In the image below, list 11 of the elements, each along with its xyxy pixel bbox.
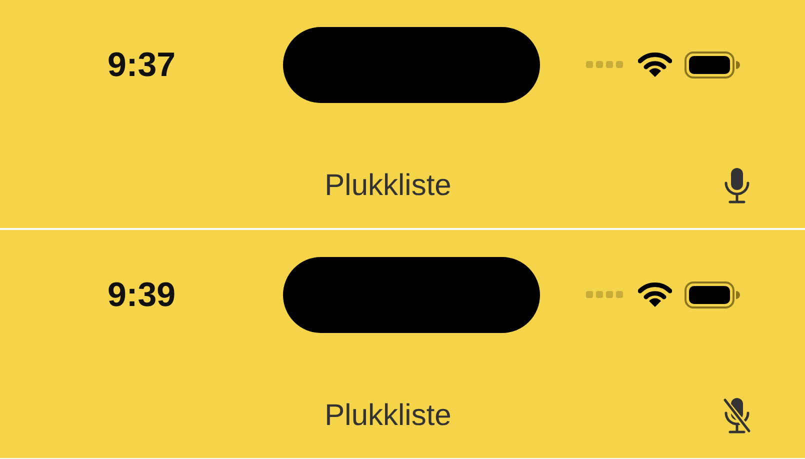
wifi-icon	[638, 282, 672, 308]
screen-title: Plukkliste	[324, 398, 452, 432]
status-time: 9:37	[106, 46, 177, 84]
muted-microphone-icon[interactable]	[721, 396, 753, 436]
signal-icon	[586, 61, 626, 69]
screen-title: Plukkliste	[324, 168, 452, 202]
signal-icon	[586, 291, 626, 299]
battery-icon	[684, 51, 740, 79]
battery-icon	[684, 281, 740, 309]
wifi-icon	[638, 52, 672, 78]
status-time: 9:39	[106, 276, 177, 314]
